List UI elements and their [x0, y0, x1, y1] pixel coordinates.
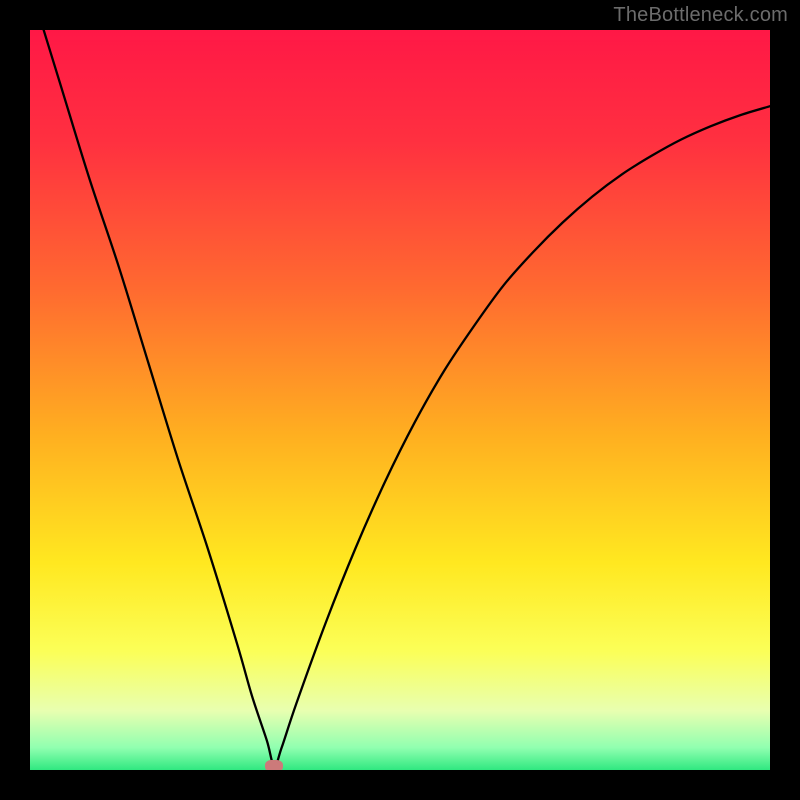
watermark-text: TheBottleneck.com — [613, 4, 788, 27]
chart-frame: TheBottleneck.com — [0, 0, 800, 800]
optimal-point-marker — [265, 760, 283, 770]
bottleneck-curve — [30, 30, 770, 770]
plot-area — [30, 30, 770, 770]
